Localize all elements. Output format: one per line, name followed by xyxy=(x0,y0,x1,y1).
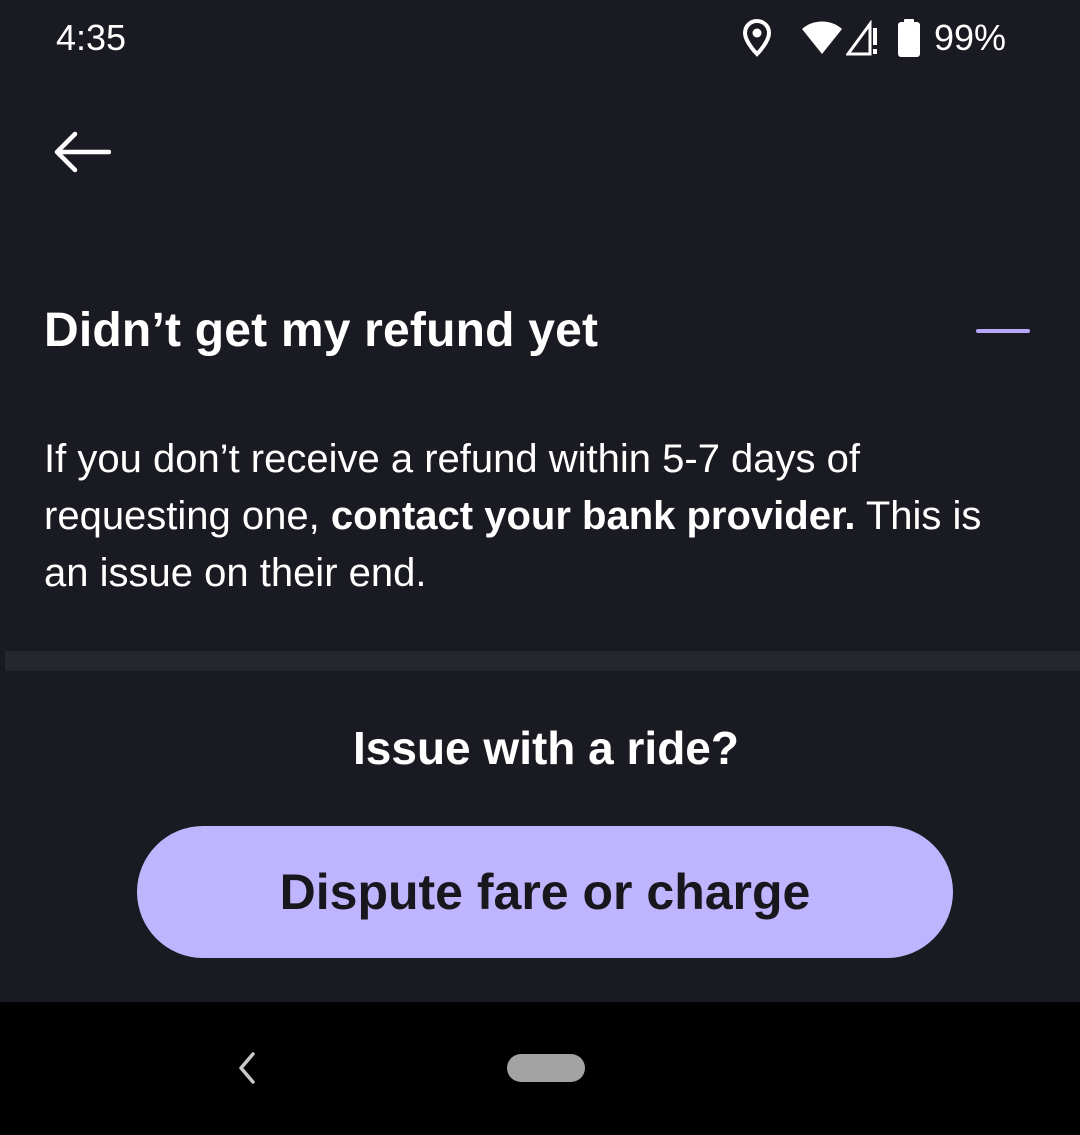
chevron-left-icon xyxy=(239,1052,255,1084)
section-divider xyxy=(5,651,1080,671)
home-pill-icon[interactable] xyxy=(507,1054,585,1082)
arrow-left-icon xyxy=(53,131,112,178)
nav-back-button[interactable] xyxy=(225,1046,269,1090)
app-screen: 4:35 99% Didn’t get my refund yet If you… xyxy=(0,0,1080,1002)
collapse-toggle[interactable] xyxy=(964,306,1044,358)
faq-body-emphasis: contact your bank provider. xyxy=(330,494,856,538)
minus-icon xyxy=(976,329,1030,333)
system-navigation-bar xyxy=(5,1002,1080,1135)
issue-heading: Issue with a ride? xyxy=(353,722,739,774)
status-bar: 4:35 99% xyxy=(0,0,1080,80)
battery-percentage: 99% xyxy=(933,17,1006,58)
dispute-fare-button[interactable]: Dispute fare or charge xyxy=(137,826,953,958)
status-time: 4:35 xyxy=(56,17,127,58)
status-icons: 99% xyxy=(742,14,1006,62)
back-button[interactable] xyxy=(40,112,124,196)
faq-title[interactable]: Didn’t get my refund yet xyxy=(44,300,598,362)
battery-icon xyxy=(897,19,920,57)
signal-icon xyxy=(845,20,880,56)
wifi-icon xyxy=(801,20,842,56)
faq-body: If you don’t receive a refund within 5-7… xyxy=(44,431,1034,602)
location-icon xyxy=(742,18,772,58)
